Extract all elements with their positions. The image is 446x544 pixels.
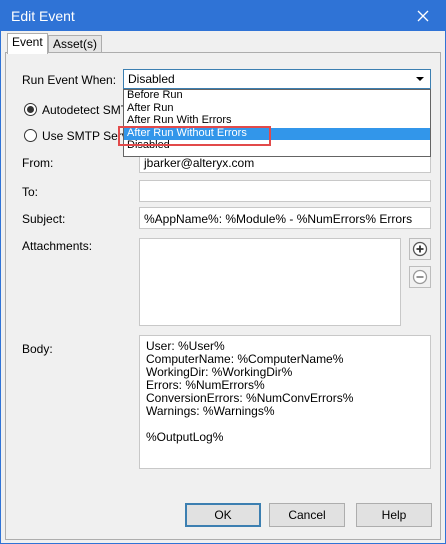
dropdown-option-disabled[interactable]: Disabled [124,140,430,153]
edit-event-dialog: Edit Event Event Asset(s) Run Event When… [0,0,446,544]
dropdown-option-after-run-with-errors[interactable]: After Run With Errors [124,115,430,128]
attachments-label: Attachments: [22,239,93,253]
body-line: Warnings: %Warnings% [146,404,275,418]
run-event-dropdown-list: Before Run After Run After Run With Erro… [123,89,431,157]
title-bar[interactable]: Edit Event [1,1,445,31]
close-icon [417,10,429,22]
dropdown-option-after-run[interactable]: After Run [124,103,430,116]
ok-button[interactable]: OK [185,503,261,527]
chevron-down-icon[interactable] [413,72,427,86]
to-label: To: [22,185,39,199]
help-button[interactable]: Help [356,503,432,527]
window-title: Edit Event [11,8,75,24]
dropdown-option-before-run[interactable]: Before Run [124,90,430,103]
body-textarea[interactable]: User: %User% ComputerName: %ComputerName… [139,335,431,469]
cancel-button[interactable]: Cancel [269,503,345,527]
autodetect-smtp-radio[interactable] [24,103,37,116]
run-event-combobox[interactable]: Disabled [123,69,431,89]
autodetect-smtp-label: Autodetect SMTP [42,103,137,117]
use-smtp-server-radio[interactable] [24,129,37,142]
subject-value: %AppName%: %Module% - %NumErrors% Errors [144,212,413,226]
body-label: Body: [22,342,53,356]
to-field[interactable] [139,180,431,202]
tab-event[interactable]: Event [7,33,48,54]
dropdown-option-after-run-without-errors[interactable]: After Run Without Errors [124,127,430,140]
subject-field[interactable]: %AppName%: %Module% - %NumErrors% Errors [139,207,431,229]
run-event-label: Run Event When: [22,73,117,87]
close-button[interactable] [401,1,445,31]
run-event-selected-value: Disabled [128,72,175,86]
remove-attachment-icon[interactable] [409,266,431,288]
tab-assets[interactable]: Asset(s) [48,35,103,53]
add-attachment-icon[interactable] [409,238,431,260]
from-value: jbarker@alteryx.com [144,156,255,170]
from-label: From: [22,156,54,170]
attachments-list[interactable] [139,238,401,326]
subject-label: Subject: [22,212,66,226]
body-line: %OutputLog% [146,430,224,444]
